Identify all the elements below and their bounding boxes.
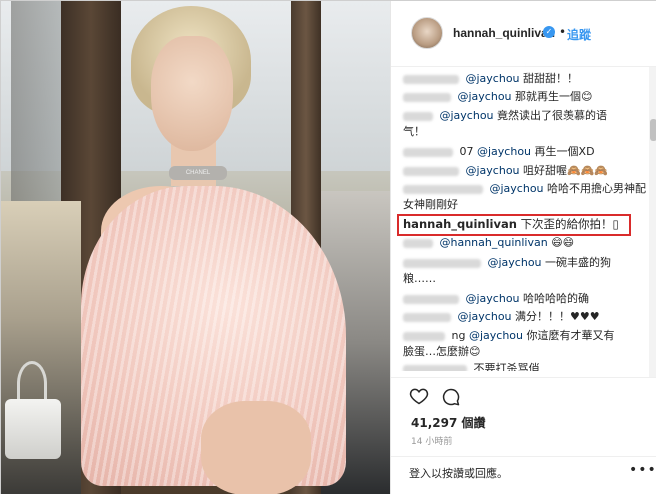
comment-continuation: 女神剛剛好	[403, 197, 458, 213]
screenshot-frame: CHANEL hannah_quinlivan ✓ • 追蹤 @jaychou …	[0, 0, 656, 494]
comment-continuation: 粮……	[403, 271, 436, 287]
comment-item: @jaychou 甜甜甜！！	[403, 71, 578, 87]
comment-item: @jaychou 竟然读出了很羡慕的语	[403, 108, 607, 124]
comment-text: 你這麼有才華又有	[526, 329, 615, 342]
comment-item: ng @jaychou 你這麼有才華又有	[403, 328, 615, 344]
comment-text: 😄😄	[551, 236, 575, 249]
comment-item: @jaychou 哈哈哈哈的确	[403, 291, 589, 307]
comment-text: 咀好甜喔🙈🙈🙈	[523, 164, 609, 177]
blurred-username	[403, 74, 459, 84]
comment-text: 哈哈不用擔心男神配	[547, 182, 647, 195]
divider	[391, 456, 656, 457]
comment-text: 气！	[403, 125, 425, 138]
blurred-username	[403, 294, 459, 304]
likes-number: 41,297	[411, 416, 458, 430]
heart-icon[interactable]	[409, 386, 429, 406]
post-username[interactable]: hannah_quinlivan	[453, 26, 555, 40]
comment-mention[interactable]: @jaychou	[477, 145, 531, 158]
comment-text: 哈哈哈哈的确	[523, 292, 590, 305]
comment-item: @jaychou 哈哈不用擔心男神配	[403, 181, 646, 197]
blurred-username	[403, 111, 433, 121]
blurred-username	[403, 238, 433, 248]
comment-text: 一碗丰盛的狗	[545, 256, 612, 269]
comments-list: @jaychou 甜甜甜！！ @jaychou 那就再生一個😊 @jaychou…	[391, 71, 649, 371]
comment-mention[interactable]: @hannah_quinlivan	[440, 236, 548, 249]
comment-text: 不要打杀骂俏	[473, 362, 540, 371]
follow-button[interactable]: 追蹤	[567, 26, 591, 43]
comment-item: @jaychou 咀好甜喔🙈🙈🙈	[403, 163, 608, 179]
comment-username-fragment: 07	[459, 145, 474, 158]
comment-text: 粮……	[403, 272, 436, 285]
scrollbar-thumb[interactable]	[650, 119, 656, 141]
photo-arm	[201, 401, 311, 494]
login-prompt-link[interactable]: 登入以按讚或回應。	[409, 465, 508, 481]
comment-mention[interactable]: @jaychou	[458, 90, 512, 103]
choker-logo-text: CHANEL	[185, 170, 211, 176]
post-photo: CHANEL	[1, 1, 390, 494]
likes-label: 個讚	[461, 416, 486, 430]
comment-text: 再生一個XD	[534, 145, 595, 158]
verified-badge-icon: ✓	[543, 26, 555, 38]
comment-mention[interactable]: @jaychou	[488, 256, 542, 269]
post-actions: 41,297 個讚 14 小時前 登入以按讚或回應。 •••	[391, 377, 656, 494]
comment-mention[interactable]: @jaychou	[469, 329, 523, 342]
comment-mention[interactable]: @jaychou	[458, 310, 512, 323]
blurred-username	[403, 364, 467, 371]
photo-handbag	[5, 399, 61, 459]
blurred-username	[403, 147, 453, 157]
comment-item: @jaychou 那就再生一個😊	[403, 89, 593, 105]
comment-item: 不要打杀骂俏	[403, 361, 540, 371]
blurred-username	[403, 184, 483, 194]
more-options-icon[interactable]: •••	[629, 462, 656, 478]
comment-mention[interactable]: @jaychou	[466, 72, 520, 85]
comment-mention[interactable]: @jaychou	[466, 164, 520, 177]
comment-text: 满分！！！♥♥♥	[515, 310, 600, 323]
photo-choker: CHANEL	[169, 166, 227, 180]
comment-mention[interactable]: @jaychou	[490, 182, 544, 195]
blurred-username	[403, 258, 481, 268]
post-timestamp[interactable]: 14 小時前	[411, 434, 452, 447]
comment-text: 甜甜甜！！	[523, 72, 579, 85]
avatar[interactable]	[411, 17, 443, 49]
blurred-username	[403, 312, 451, 322]
comment-text: 那就再生一個😊	[515, 90, 593, 103]
comment-continuation: 臉蛋…怎麼辦😊	[403, 344, 480, 360]
blurred-username	[403, 331, 445, 341]
comment-item: 07 @jaychou 再生一個XD	[403, 144, 595, 160]
post-side-panel: hannah_quinlivan ✓ • 追蹤 @jaychou 甜甜甜！！ @…	[390, 1, 656, 494]
comments-scrollbar[interactable]	[649, 67, 656, 377]
comment-username-fragment: ng	[451, 329, 466, 342]
separator-dot: •	[559, 25, 567, 39]
comment-mention[interactable]: @jaychou	[440, 109, 494, 122]
post-header: hannah_quinlivan ✓ • 追蹤	[391, 1, 656, 67]
comment-bubble-icon[interactable]	[441, 387, 461, 407]
comment-mention[interactable]: @jaychou	[466, 292, 520, 305]
comment-item: @hannah_quinlivan 😄😄	[403, 235, 574, 251]
likes-count[interactable]: 41,297 個讚	[411, 414, 486, 431]
comment-text: 臉蛋…怎麼辦😊	[403, 345, 481, 358]
comment-text: 竟然读出了很羡慕的语	[497, 109, 608, 122]
highlight-box	[397, 214, 631, 236]
photo-face	[151, 36, 233, 151]
comment-item: @jaychou 满分！！！♥♥♥	[403, 309, 600, 325]
blurred-username	[403, 166, 459, 176]
comment-continuation: 气！	[403, 124, 425, 140]
comment-item: @jaychou 一碗丰盛的狗	[403, 255, 611, 271]
blurred-username	[403, 92, 451, 102]
comment-text: 女神剛剛好	[403, 198, 458, 211]
